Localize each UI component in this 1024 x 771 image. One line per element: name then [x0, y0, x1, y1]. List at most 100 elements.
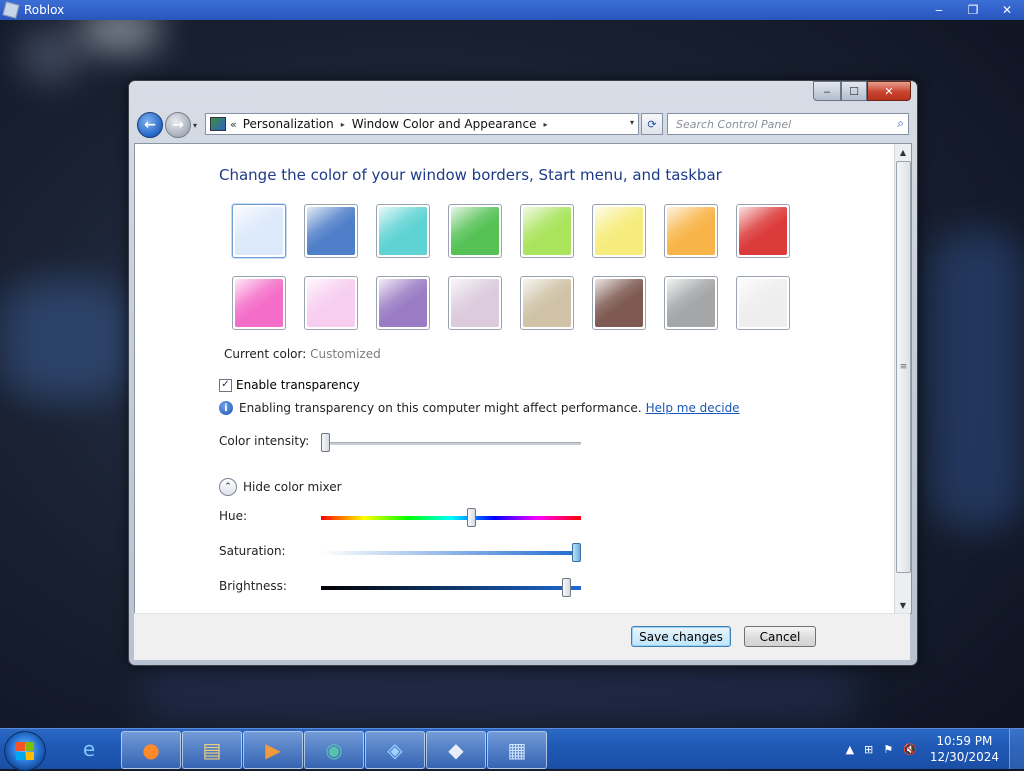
color-swatch-fill: [667, 207, 715, 255]
refresh-button[interactable]: ⟳: [641, 113, 663, 135]
volume-muted-icon[interactable]: 🔇: [903, 743, 917, 756]
info-text: Enabling transparency on this computer m…: [239, 401, 642, 415]
color-swatch-fill: [739, 279, 787, 327]
color-intensity-label: Color intensity:: [219, 434, 310, 448]
color-swatch-sea[interactable]: [376, 204, 430, 258]
show-hidden-icons-icon[interactable]: ▲: [846, 743, 854, 756]
color-swatch-fill: [307, 279, 355, 327]
help-me-decide-link[interactable]: Help me decide: [646, 401, 740, 415]
roblox-title: Roblox: [24, 3, 65, 17]
action-center-flag-icon[interactable]: ⚑: [883, 743, 893, 756]
color-intensity-slider-thumb[interactable]: [321, 433, 330, 452]
taskbar-roblox-studio-icon[interactable]: ◈: [365, 731, 425, 769]
system-tray: ▲ ⊞ ⚑ 🔇 10:59 PM 12/30/2024: [841, 729, 1024, 769]
page-title: Change the color of your window borders,…: [219, 166, 722, 184]
dialog-close-button[interactable]: ✕: [867, 81, 911, 101]
scroll-up-icon[interactable]: ▲: [895, 144, 911, 160]
current-color-label: Current color:: [224, 347, 307, 361]
color-swatch-ruby[interactable]: [736, 204, 790, 258]
hue-slider-thumb[interactable]: [466, 508, 476, 527]
current-color-value: Customized: [310, 347, 381, 361]
clock-date: 12/30/2024: [929, 750, 999, 764]
color-swatch-violet[interactable]: [376, 276, 430, 330]
background-blur: [930, 230, 1024, 530]
chevron-up-icon[interactable]: ⌃: [219, 478, 237, 496]
roblox-icon: [2, 1, 20, 19]
color-swatch-fill: [451, 279, 499, 327]
search-input[interactable]: [674, 116, 888, 132]
content-area: Change the color of your window borders,…: [134, 143, 912, 614]
color-swatch-lavender[interactable]: [448, 276, 502, 330]
breadcrumb-window-color[interactable]: Window Color and Appearance: [352, 117, 537, 131]
taskbar-app-icon[interactable]: ◉: [304, 731, 364, 769]
color-swatch-fill: [307, 207, 355, 255]
vertical-scrollbar[interactable]: ▲ ≡ ▼: [894, 144, 911, 613]
scrollbar-grip-icon: ≡: [899, 362, 908, 372]
color-swatch-sky[interactable]: [232, 204, 286, 258]
save-changes-button[interactable]: Save changes: [631, 626, 731, 647]
address-dropdown-icon[interactable]: ▾: [630, 118, 634, 127]
forward-button[interactable]: →: [165, 112, 191, 138]
color-swatch-fuchsia[interactable]: [232, 276, 286, 330]
saturation-slider-thumb[interactable]: [572, 543, 581, 562]
color-swatch-leaf[interactable]: [448, 204, 502, 258]
address-bar[interactable]: « Personalization ▸ Window Color and App…: [205, 113, 639, 135]
roblox-minimize-button[interactable]: ‒: [922, 0, 956, 20]
color-swatch-fill: [595, 279, 643, 327]
color-swatch-fill: [451, 207, 499, 255]
taskbar-file-explorer-icon[interactable]: ▤: [182, 731, 242, 769]
taskbar-roblox-icon[interactable]: ◆: [426, 731, 486, 769]
color-swatch-lemon[interactable]: [592, 204, 646, 258]
search-box: ⌕: [667, 113, 909, 135]
color-swatch-fill: [667, 279, 715, 327]
breadcrumb-personalization[interactable]: Personalization: [243, 117, 334, 131]
color-intensity-track[interactable]: [321, 442, 581, 445]
dialog-maximize-button[interactable]: ☐: [841, 81, 867, 101]
taskbar-control-panel-icon[interactable]: ▦: [487, 731, 547, 769]
roblox-close-button[interactable]: ✕: [990, 0, 1024, 20]
recent-pages-dropdown-icon[interactable]: ▾: [193, 121, 197, 130]
current-color: Current color: Customized: [224, 347, 381, 361]
breadcrumb-overflow-icon[interactable]: «: [230, 118, 237, 131]
clock[interactable]: 10:59 PM 12/30/2024: [930, 733, 999, 765]
saturation-label: Saturation:: [219, 544, 286, 558]
background-blur: [140, 670, 860, 720]
enable-transparency-label[interactable]: Enable transparency: [236, 378, 360, 392]
breadcrumb-separator-icon[interactable]: ▸: [341, 120, 345, 129]
dialog-minimize-button[interactable]: ‒: [813, 81, 841, 101]
network-icon[interactable]: ⊞: [864, 743, 873, 756]
color-swatch-pumpkin[interactable]: [664, 204, 718, 258]
start-button[interactable]: [4, 731, 46, 771]
color-mixer-toggle[interactable]: ⌃ Hide color mixer: [219, 478, 342, 496]
taskbar-media-player-icon[interactable]: ▶: [243, 731, 303, 769]
transparency-row[interactable]: ✓ Enable transparency: [219, 378, 360, 392]
scroll-down-icon[interactable]: ▼: [895, 597, 911, 613]
enable-transparency-checkbox[interactable]: ✓: [219, 378, 232, 392]
roblox-window-controls: ‒ ❐ ✕: [922, 0, 1024, 20]
taskbar-internet-explorer-icon[interactable]: e: [60, 731, 118, 767]
color-swatch-slate[interactable]: [664, 276, 718, 330]
windows-logo-icon: [16, 742, 34, 760]
taskbar-firefox-icon[interactable]: ●: [121, 731, 181, 769]
color-swatch-blush[interactable]: [304, 276, 358, 330]
color-swatch-twilight[interactable]: [304, 204, 358, 258]
brightness-track[interactable]: [321, 586, 581, 590]
roblox-restore-button[interactable]: ❐: [956, 0, 990, 20]
search-icon[interactable]: ⌕: [897, 116, 904, 131]
cancel-button[interactable]: Cancel: [744, 626, 816, 647]
back-button[interactable]: ←: [137, 112, 163, 138]
saturation-track[interactable]: [321, 551, 581, 555]
window-color-dialog: ‒ ☐ ✕ ← → ▾ « Personalization ▸ Window C…: [128, 80, 918, 666]
color-swatch-chocolate[interactable]: [592, 276, 646, 330]
breadcrumb-separator-icon[interactable]: ▸: [543, 120, 547, 129]
color-swatch-frost[interactable]: [736, 276, 790, 330]
show-desktop-button[interactable]: [1009, 729, 1024, 769]
dialog-footer: Save changes Cancel: [134, 613, 910, 660]
color-mixer-toggle-label[interactable]: Hide color mixer: [243, 480, 342, 494]
brightness-slider-thumb[interactable]: [561, 578, 571, 597]
scrollbar-thumb[interactable]: ≡: [896, 161, 911, 573]
hue-track[interactable]: [321, 516, 581, 520]
color-swatch-lime[interactable]: [520, 204, 574, 258]
color-swatch-taupe[interactable]: [520, 276, 574, 330]
color-swatch-fill: [595, 207, 643, 255]
